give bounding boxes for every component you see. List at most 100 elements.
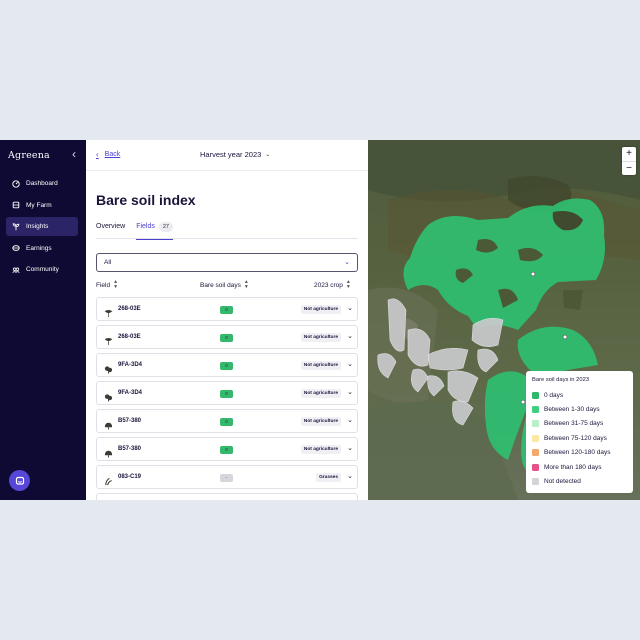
insights-icon (11, 222, 20, 231)
legend-title: Bare soil days in 2023 (532, 377, 590, 383)
tree-icon (104, 305, 113, 318)
legend-label: Between 1-30 days (544, 406, 600, 414)
field-name: B57-380 (118, 418, 142, 424)
legend-item: Not detected (532, 474, 627, 488)
chat-button[interactable] (9, 470, 30, 491)
chevron-down-icon[interactable]: ⌄ (347, 304, 353, 312)
collapse-sidebar-icon[interactable]: ‹ (68, 147, 80, 161)
harvest-year-dropdown[interactable]: Harvest year 2023 ⌄ (200, 150, 270, 159)
sidebar-item-insights[interactable]: Insights (6, 217, 78, 236)
field-row[interactable] (96, 493, 358, 500)
map-legend: Bare soil days in 2023 0 days Between 1-… (526, 371, 633, 493)
bare-soil-days-badge: 0 (220, 306, 233, 314)
zoom-controls: + − (622, 147, 636, 175)
legend-label: More than 180 days (544, 463, 602, 471)
tab-fields[interactable]: Fields 27 (136, 222, 173, 240)
bare-soil-days-badge: 0 (220, 390, 233, 398)
field-name: B57-380 (118, 446, 142, 452)
field-row[interactable]: 9FA-3D4 0 Not agriculture ⌄ (96, 353, 358, 377)
crop-tag: Not agriculture (300, 417, 341, 426)
column-header-label: Bare soil days (200, 281, 241, 289)
crop-tag: Grasses (316, 473, 341, 482)
chevron-down-icon[interactable]: ⌄ (347, 332, 353, 340)
sidebar-item-community[interactable]: Community (6, 260, 78, 279)
legend-swatch (532, 478, 539, 486)
filter-value: All (104, 259, 112, 266)
back-label: Back (104, 151, 121, 158)
legend-label: Not detected (544, 478, 581, 486)
column-header-label: 2023 crop (314, 281, 343, 289)
app-window: Agreena ‹ Dashboard My Farm Insights Ear… (0, 140, 640, 500)
sidebar-item-label: My Farm (26, 201, 52, 209)
chevron-down-icon: ⌄ (344, 259, 350, 266)
crop-tag: Not agriculture (300, 389, 341, 398)
dashboard-icon (11, 179, 20, 188)
legend-swatch (532, 434, 539, 442)
zoom-out-button[interactable]: − (622, 161, 636, 175)
column-header-field[interactable]: Field ▲ ▼ (96, 280, 118, 290)
field-name: 083-C19 (118, 474, 142, 480)
tree-icon (104, 333, 113, 346)
tab-label: Fields (136, 223, 155, 230)
legend-item: Between 1-30 days (532, 402, 627, 416)
column-header-label: Field (96, 281, 111, 289)
field-name: 9FA-3D4 (118, 390, 143, 396)
field-row[interactable]: B57-380 0 Not agriculture ⌄ (96, 409, 358, 433)
field-row[interactable]: B57-380 0 Not agriculture ⌄ (96, 437, 358, 461)
field-list: 268-03E 0 Not agriculture ⌄ 268-03E 0 No… (96, 297, 358, 500)
chevron-down-icon[interactable]: ⌄ (347, 360, 353, 368)
legend-label: Between 120-180 days (544, 449, 611, 457)
bare-soil-days-badge: - (220, 474, 233, 482)
grass-icon (104, 473, 113, 486)
legend-swatch (532, 420, 539, 428)
legend-item: Between 75-120 days (532, 431, 627, 445)
sidebar-nav: Dashboard My Farm Insights Earnings Comm… (6, 174, 78, 282)
back-link[interactable]: ‹ Back (96, 150, 120, 159)
bare-soil-days-badge: 0 (220, 334, 233, 342)
chevron-down-icon[interactable]: ⌄ (347, 388, 353, 396)
legend-label: 0 days (544, 391, 564, 399)
legend-swatch (532, 449, 539, 457)
tab-bar: Overview Fields 27 (96, 222, 358, 240)
logo: Agreena (8, 150, 50, 161)
bare-soil-days-badge: 0 (220, 446, 233, 454)
chevron-down-icon[interactable]: ⌄ (347, 416, 353, 424)
zoom-in-button[interactable]: + (622, 147, 636, 161)
field-row[interactable]: 9FA-3D4 0 Not agriculture ⌄ (96, 381, 358, 405)
sort-icon: ▲ ▼ (113, 279, 119, 290)
crop-tag: Not agriculture (300, 333, 341, 342)
bare-soil-days-badge: 0 (220, 418, 233, 426)
field-filter-select[interactable]: All ⌄ (96, 253, 358, 272)
chevron-down-icon[interactable]: ⌄ (347, 444, 353, 452)
legend-item: More than 180 days (532, 460, 627, 474)
tab-overview[interactable]: Overview (96, 222, 125, 239)
page-title: Bare soil index (96, 192, 196, 208)
sidebar: Agreena ‹ Dashboard My Farm Insights Ear… (0, 140, 86, 500)
farm-icon (11, 201, 20, 210)
earnings-icon (11, 244, 20, 253)
field-name: 268-03E (118, 334, 141, 340)
legend-item: Between 120-180 days (532, 446, 627, 460)
harvest-year-label: Harvest year 2023 (200, 150, 262, 159)
chevron-down-icon: ⌄ (265, 152, 271, 158)
field-row[interactable]: 268-03E 0 Not agriculture ⌄ (96, 325, 358, 349)
column-header-crop[interactable]: 2023 crop ▲ ▼ (314, 280, 351, 290)
legend-swatch (532, 463, 539, 471)
sidebar-item-label: Community (26, 266, 59, 273)
sidebar-item-earnings[interactable]: Earnings (6, 239, 78, 258)
legend-item: Between 31-75 days (532, 417, 627, 431)
crop-tag: Not agriculture (300, 305, 341, 314)
map-view[interactable]: + − Bare soil days in 2023 0 days Betwee… (368, 140, 640, 500)
sidebar-item-dashboard[interactable]: Dashboard (6, 174, 78, 193)
sidebar-item-label: Earnings (26, 244, 52, 252)
bush-icon (104, 417, 113, 430)
legend-label: Between 31-75 days (544, 420, 604, 428)
field-row[interactable]: 083-C19 - Grasses ⌄ (96, 465, 358, 489)
sidebar-item-my-farm[interactable]: My Farm (6, 196, 78, 215)
field-row[interactable]: 268-03E 0 Not agriculture ⌄ (96, 297, 358, 321)
crop-tag: Not agriculture (300, 445, 341, 454)
fields-count-badge: 27 (158, 222, 173, 232)
column-header-bare-soil-days[interactable]: Bare soil days ▲ ▼ (200, 280, 249, 290)
chevron-down-icon[interactable]: ⌄ (347, 472, 353, 480)
legend-swatch (532, 406, 539, 414)
